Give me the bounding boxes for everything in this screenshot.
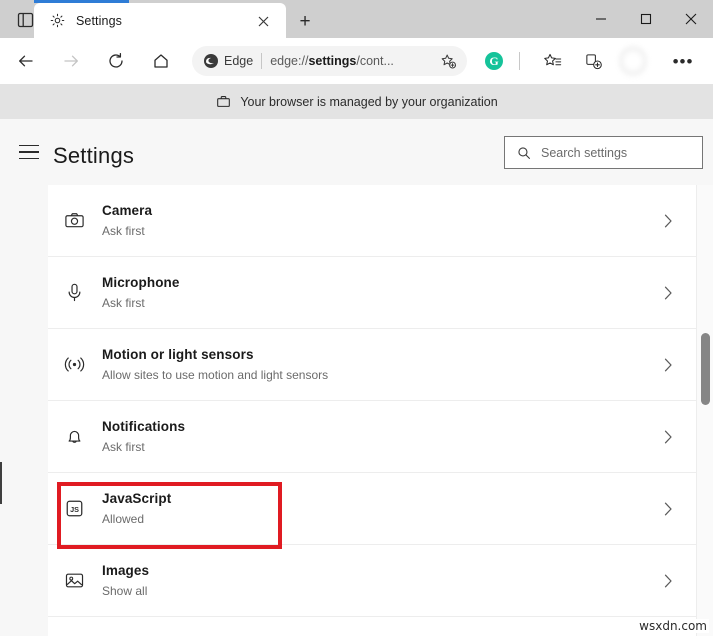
javascript-icon: JS (62, 497, 86, 521)
permission-title: JavaScript (102, 491, 171, 506)
permission-row-texts: Notifications Ask first (102, 419, 185, 454)
permission-title: Images (102, 563, 149, 578)
reload-icon[interactable] (101, 46, 131, 76)
profile-avatar[interactable] (618, 46, 648, 76)
watermark: wsxdn.com (637, 619, 709, 633)
permission-row-motion-or-light-sensors[interactable]: Motion or light sensors Allow sites to us… (48, 329, 696, 401)
chevron-right-icon[interactable] (660, 429, 676, 445)
avatar-image (618, 44, 648, 78)
more-menu-icon[interactable]: ••• (668, 46, 698, 76)
maximize-button[interactable] (623, 0, 668, 38)
managed-browser-banner: Your browser is managed by your organiza… (0, 84, 713, 119)
chevron-right-icon[interactable] (660, 285, 676, 301)
chevron-right-icon[interactable] (660, 573, 676, 589)
chevron-right-icon[interactable] (660, 501, 676, 517)
permission-status: Ask first (102, 224, 152, 238)
browser-window: Settings + (0, 0, 713, 636)
scrollbar-thumb[interactable] (701, 333, 710, 405)
permission-status: Show all (102, 584, 149, 598)
toolbar-divider (519, 52, 520, 70)
omnibox-divider (261, 53, 262, 69)
page-title: Settings (53, 143, 134, 169)
permission-status: Allowed (102, 512, 171, 526)
search-placeholder: Search settings (541, 146, 627, 160)
permission-row-javascript[interactable]: JS JavaScript Allowed (48, 473, 696, 545)
omnibox-brand-label: Edge (224, 54, 253, 68)
close-icon[interactable] (254, 12, 272, 30)
hamburger-line (19, 145, 39, 146)
more-dots: ••• (673, 53, 694, 70)
window-controls (578, 0, 713, 38)
new-tab-button[interactable]: + (293, 10, 317, 32)
omnibox-url[interactable]: edge://settings/cont... (270, 54, 394, 68)
site-permissions-list: Camera Ask first Microphone Ask first Motion… (48, 185, 696, 636)
permission-row-texts: Microphone Ask first (102, 275, 180, 310)
search-settings-input[interactable]: Search settings (504, 136, 703, 169)
permission-row-camera[interactable]: Camera Ask first (48, 185, 696, 257)
chevron-right-icon[interactable] (660, 357, 676, 373)
svg-text:JS: JS (70, 505, 79, 514)
permission-title: Notifications (102, 419, 185, 434)
hamburger-menu-icon[interactable] (19, 141, 41, 163)
permission-row-texts: Images Show all (102, 563, 149, 598)
tab-title: Settings (76, 14, 122, 28)
permission-row-notifications[interactable]: Notifications Ask first (48, 401, 696, 473)
browser-toolbar: Edge edge://settings/cont... G (0, 38, 713, 84)
camera-icon (62, 209, 86, 233)
hamburger-line (19, 151, 39, 152)
vertical-scrollbar[interactable] (696, 185, 713, 636)
gear-icon (48, 12, 66, 30)
chevron-right-icon[interactable] (660, 213, 676, 229)
permission-row-images[interactable]: Images Show all (48, 545, 696, 617)
window-close-button[interactable] (668, 0, 713, 38)
sidebar-edge-marker (0, 462, 2, 504)
url-suffix: /cont... (356, 54, 394, 68)
permission-row-texts: JavaScript Allowed (102, 491, 171, 526)
home-icon[interactable] (146, 46, 176, 76)
permission-row-texts: Motion or light sensors Allow sites to us… (102, 347, 328, 382)
briefcase-icon (215, 94, 231, 110)
permission-status: Ask first (102, 440, 185, 454)
grammarly-extension-icon[interactable]: G (479, 46, 509, 76)
permission-row-texts: Camera Ask first (102, 203, 152, 238)
permission-title: Motion or light sensors (102, 347, 328, 362)
favorites-star-icon[interactable] (537, 46, 567, 76)
managed-banner-text: Your browser is managed by your organiza… (240, 95, 497, 109)
edge-logo-icon (202, 53, 219, 70)
address-bar[interactable]: Edge edge://settings/cont... (192, 46, 467, 76)
permission-status: Allow sites to use motion and light sens… (102, 368, 328, 382)
image-icon (62, 569, 86, 593)
bell-icon (62, 425, 86, 449)
permission-title: Microphone (102, 275, 180, 290)
forward-arrow-icon (56, 46, 86, 76)
motion-sensor-icon (62, 353, 86, 377)
add-favorite-star-icon[interactable] (439, 52, 458, 71)
browser-tab-settings[interactable]: Settings (34, 3, 286, 38)
permission-title: Camera (102, 203, 152, 218)
search-icon (516, 145, 531, 160)
permission-status: Ask first (102, 296, 180, 310)
url-prefix: edge:// (270, 54, 308, 68)
settings-sidebar-rail (0, 185, 48, 636)
permission-row-microphone[interactable]: Microphone Ask first (48, 257, 696, 329)
microphone-icon (62, 281, 86, 305)
title-bar: Settings + (0, 0, 713, 38)
back-arrow-icon[interactable] (11, 46, 41, 76)
minimize-button[interactable] (578, 0, 623, 38)
permission-rows: Camera Ask first Microphone Ask first Motion… (48, 185, 696, 617)
collections-icon[interactable] (578, 46, 608, 76)
hamburger-line (19, 158, 39, 159)
url-highlight: settings (308, 54, 356, 68)
grammarly-letter: G (485, 52, 503, 70)
